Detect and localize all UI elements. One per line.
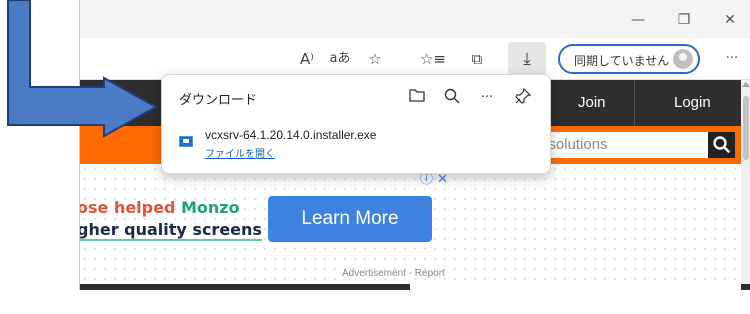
- annotation-arrow-icon: [7, 0, 159, 138]
- avatar: [673, 49, 693, 69]
- scroll-thumb[interactable]: [743, 96, 749, 160]
- favorites-icon[interactable]: ☆≡: [418, 48, 448, 70]
- close-window-button[interactable]: ✕: [710, 6, 750, 34]
- translate-icon[interactable]: aあ: [327, 48, 353, 70]
- ad-brand-text: Monzo: [181, 198, 240, 217]
- page-scrollbar[interactable]: [741, 80, 750, 290]
- join-link[interactable]: Join: [578, 94, 606, 111]
- open-folder-icon[interactable]: [406, 87, 428, 109]
- add-favorite-icon[interactable]: ☆: [362, 48, 388, 70]
- search-downloads-icon[interactable]: [441, 87, 463, 109]
- search-icon: [713, 136, 730, 153]
- advertisement: ⓘ ✕ ose helped Monzo gher quality screen…: [80, 164, 741, 282]
- pin-icon[interactable]: [512, 87, 534, 109]
- login-link[interactable]: Login: [674, 94, 711, 111]
- profile-sync-label: 同期していません: [574, 54, 670, 68]
- ad-headline-line2: gher quality screens: [79, 220, 262, 241]
- nav-divider: [634, 80, 635, 126]
- minimize-button[interactable]: —: [618, 6, 658, 34]
- ad-report-link[interactable]: Advertisement - Report: [342, 268, 445, 279]
- download-arrow-icon: ⤓: [523, 49, 531, 69]
- scroll-up-arrow[interactable]: [742, 82, 750, 87]
- restore-button[interactable]: ❐: [664, 6, 704, 34]
- collections-icon[interactable]: ⧉: [464, 48, 490, 70]
- learn-more-button[interactable]: Learn More: [268, 196, 432, 242]
- downloads-more-icon[interactable]: ···: [476, 87, 498, 109]
- footer-card: [410, 280, 741, 290]
- downloads-button[interactable]: ⤓: [508, 42, 546, 76]
- more-menu-icon[interactable]: ···: [720, 48, 744, 70]
- ad-headline-text: ose helped: [79, 198, 181, 217]
- screenshot: — ❐ ✕ A⁾ aあ ☆ ☆≡ ⧉ ⤓ 同期していません ··· Join L…: [0, 0, 750, 314]
- site-search-button[interactable]: [708, 132, 735, 158]
- ad-headline-line1: ose helped Monzo: [79, 198, 240, 217]
- profile-sync-button[interactable]: 同期していません: [558, 44, 700, 74]
- read-aloud-icon[interactable]: A⁾: [294, 48, 320, 70]
